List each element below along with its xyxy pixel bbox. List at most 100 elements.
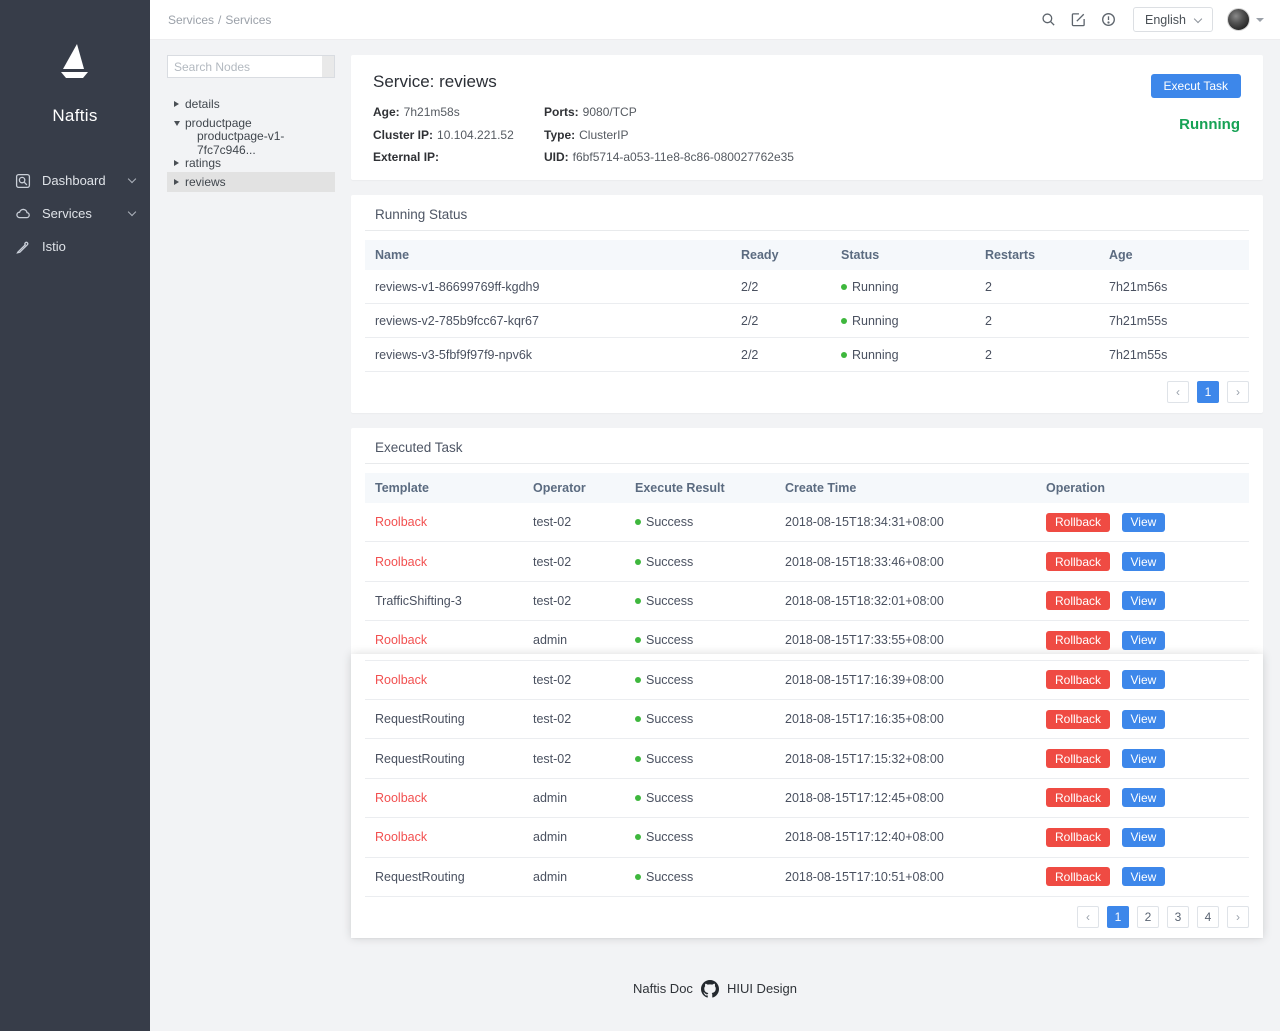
- prev-page-button[interactable]: ‹: [1167, 381, 1189, 403]
- nodes-tree: details productpage productpage-v1-7fc7c…: [167, 55, 335, 953]
- success-dot-icon: [635, 755, 641, 762]
- operation-cell: Rollback View: [1036, 827, 1249, 847]
- table-body: Roolback test-02 Success 2018-08-15T18:3…: [365, 503, 1249, 897]
- page-button-3[interactable]: 3: [1167, 905, 1189, 928]
- section-title: Executed Task: [375, 440, 463, 455]
- ready-cell: 2/2: [741, 347, 759, 362]
- sidebar-nav: Dashboard Services Istio: [0, 164, 150, 263]
- success-dot-icon: [635, 558, 641, 565]
- success-dot-icon: [635, 519, 641, 526]
- language-selector[interactable]: English: [1133, 7, 1213, 32]
- rollback-button[interactable]: Rollback: [1046, 867, 1111, 887]
- view-button[interactable]: View: [1121, 709, 1166, 729]
- view-button[interactable]: View: [1121, 591, 1166, 611]
- rollback-button[interactable]: Rollback: [1046, 827, 1111, 847]
- operator-cell: admin: [533, 869, 568, 884]
- rollback-button[interactable]: Rollback: [1046, 552, 1111, 572]
- view-button[interactable]: View: [1121, 749, 1166, 769]
- rollback-button[interactable]: Rollback: [1046, 788, 1111, 808]
- view-button[interactable]: View: [1121, 670, 1166, 690]
- search-addon: [322, 56, 334, 77]
- arrow-right-icon[interactable]: [174, 179, 185, 186]
- result-cell: Success: [625, 633, 775, 647]
- tree-node-productpage-v1[interactable]: productpage-v1-7fc7c946...: [167, 129, 335, 157]
- execute-task-button[interactable]: Execut Task: [1150, 74, 1241, 98]
- operator-cell: admin: [533, 830, 568, 845]
- main-column: Service: reviews Execut Task Running Age…: [351, 55, 1263, 953]
- next-page-button[interactable]: ›: [1227, 381, 1249, 403]
- page-footer: Naftis Doc HIUI Design: [150, 953, 1280, 1028]
- view-button[interactable]: View: [1121, 630, 1166, 650]
- search-icon[interactable]: [1033, 5, 1063, 35]
- operation-cell: Rollback View: [1036, 591, 1249, 611]
- avatar[interactable]: [1227, 8, 1250, 31]
- restarts-cell: 2: [985, 313, 992, 328]
- field-uid: UID: f6bf5714-a053-11e8-8c86-080027762e35: [544, 150, 794, 164]
- create-time-cell: 2018-08-15T17:16:35+08:00: [785, 712, 944, 727]
- restarts-cell: 2: [985, 279, 992, 294]
- view-button[interactable]: View: [1121, 867, 1166, 887]
- tree-node-label: productpage-v1-7fc7c946...: [197, 128, 285, 157]
- create-time-cell: 2018-08-15T17:33:55+08:00: [785, 633, 944, 648]
- rollback-button[interactable]: Rollback: [1046, 591, 1111, 611]
- sidebar-item-services[interactable]: Services: [0, 197, 150, 230]
- arrow-right-icon[interactable]: [174, 159, 185, 166]
- ready-cell: 2/2: [741, 313, 759, 328]
- hiui-design-link[interactable]: HIUI Design: [727, 981, 797, 996]
- success-dot-icon: [635, 676, 641, 683]
- sidebar-item-label: Services: [42, 206, 92, 221]
- brand-name: Naftis: [52, 106, 98, 125]
- sidebar-item-dashboard[interactable]: Dashboard: [0, 164, 150, 197]
- view-button[interactable]: View: [1121, 512, 1166, 532]
- result-text: Success: [646, 672, 694, 687]
- breadcrumb-parent[interactable]: Services: [168, 13, 214, 27]
- operation-cell: Rollback View: [1036, 867, 1249, 887]
- sidebar-item-istio[interactable]: Istio: [0, 230, 150, 263]
- age-cell: 7h21m55s: [1109, 313, 1168, 328]
- info-icon[interactable]: [1093, 5, 1123, 35]
- table-body: reviews-v1-86699769ff-kgdh9 2/2 Running …: [365, 270, 1249, 372]
- rollback-button[interactable]: Rollback: [1046, 630, 1111, 650]
- arrow-right-icon[interactable]: [174, 100, 185, 107]
- rollback-button[interactable]: Rollback: [1046, 512, 1111, 532]
- create-time-cell: 2018-08-15T17:10:51+08:00: [785, 869, 944, 884]
- view-button[interactable]: View: [1121, 788, 1166, 808]
- create-time-cell: 2018-08-15T17:15:32+08:00: [785, 751, 944, 766]
- edit-icon[interactable]: [1063, 5, 1093, 35]
- result-cell: Success: [625, 515, 775, 529]
- rollback-button[interactable]: Rollback: [1046, 670, 1111, 690]
- avatar-caret-icon[interactable]: [1256, 17, 1264, 22]
- tree-node-details[interactable]: details: [167, 94, 335, 114]
- next-page-button[interactable]: ›: [1227, 905, 1249, 928]
- tree-search: [167, 55, 335, 78]
- operation-cell: Rollback View: [1036, 552, 1249, 572]
- col-template: Template: [375, 481, 429, 495]
- page-button-1[interactable]: 1: [1107, 905, 1129, 928]
- col-ready: Ready: [741, 248, 779, 262]
- naftis-doc-link[interactable]: Naftis Doc: [633, 981, 693, 996]
- view-button[interactable]: View: [1121, 552, 1166, 572]
- prev-page-button[interactable]: ‹: [1077, 905, 1099, 928]
- table-row: reviews-v3-5fbf9f97f9-npv6k 2/2 Running …: [365, 338, 1249, 372]
- page-button-1[interactable]: 1: [1197, 381, 1219, 403]
- result-text: Success: [646, 712, 694, 727]
- arrow-down-icon[interactable]: [174, 120, 185, 126]
- result-text: Success: [646, 633, 694, 648]
- operator-cell: test-02: [533, 751, 572, 766]
- table-row: Roolback test-02 Success 2018-08-15T18:3…: [365, 503, 1249, 543]
- tree-node-reviews[interactable]: reviews: [167, 172, 335, 192]
- view-button[interactable]: View: [1121, 827, 1166, 847]
- divider: [365, 463, 1249, 464]
- github-icon[interactable]: [700, 979, 719, 998]
- page-button-2[interactable]: 2: [1137, 905, 1159, 928]
- page-button-4[interactable]: 4: [1197, 905, 1219, 928]
- search-nodes-input[interactable]: [168, 56, 322, 77]
- template-cell: RequestRouting: [375, 869, 465, 884]
- rollback-button[interactable]: Rollback: [1046, 749, 1111, 769]
- result-cell: Success: [625, 870, 775, 884]
- col-age: Age: [1109, 248, 1133, 262]
- running-status-table: Name Ready Status Restarts Age reviews-v…: [365, 240, 1249, 372]
- section-title: Running Status: [375, 207, 468, 222]
- operation-cell: Rollback View: [1036, 630, 1249, 650]
- rollback-button[interactable]: Rollback: [1046, 709, 1111, 729]
